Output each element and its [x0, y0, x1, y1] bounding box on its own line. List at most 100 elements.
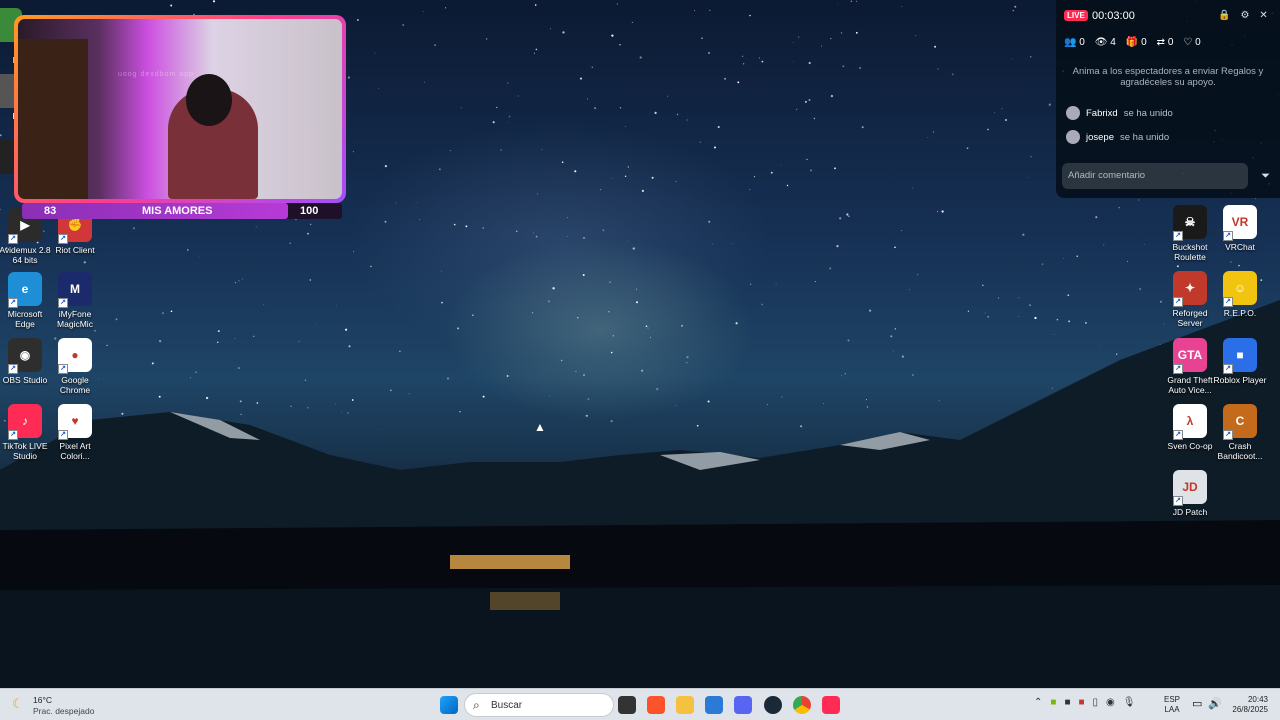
shortcut-arrow-icon: ↗ — [1173, 496, 1183, 506]
desktop-icon-label: Reforged Server — [1172, 308, 1208, 328]
avatar — [1066, 130, 1080, 144]
desktop-icon-label: Riot Client — [55, 245, 95, 255]
stat-value: 4 — [1110, 37, 1116, 48]
goal-bar: 83 MIS AMORES 100 — [22, 203, 342, 219]
desktop-icon-sven-coop[interactable]: λ ↗ Sven Co-op — [1163, 404, 1217, 451]
windows-start-icon[interactable] — [440, 696, 458, 714]
shortcut-arrow-icon: ↗ — [1223, 231, 1233, 241]
chevron-up-icon[interactable]: ⌃ — [1034, 697, 1042, 708]
stat-value: 0 — [1195, 37, 1201, 48]
desktop-icon-label: Grand Theft Auto Vice... — [1167, 375, 1213, 395]
tiktok-live-studio-icon: ♪ ↗ — [8, 404, 42, 440]
desktop-icon-repo[interactable]: ☺ ↗ R.E.P.O. — [1213, 271, 1267, 318]
stat-value: 0 — [1141, 37, 1147, 48]
stat-icon: 👁 — [1094, 37, 1111, 48]
desktop-icon-pixel-art[interactable]: ♥ ↗ Pixel Art Colori... — [48, 404, 102, 461]
desktop-icon-label: JD Patch — [1172, 507, 1208, 517]
desktop-icon-reforged-server[interactable]: ✦ ↗ Reforged Server — [1163, 271, 1217, 328]
desktop-icon-obs[interactable]: ◉ ↗ OBS Studio — [0, 338, 52, 385]
live-timer: 00:03:00 — [1092, 10, 1135, 22]
stat-icon: 👥 — [1064, 37, 1080, 48]
jd-patch-icon: JD ↗ — [1173, 470, 1207, 506]
shortcut-arrow-icon: ↗ — [1173, 430, 1183, 440]
desktop-icon-chrome[interactable]: ● ↗ Google Chrome — [48, 338, 102, 395]
steam-icon[interactable] — [764, 696, 782, 714]
comment-input[interactable]: Añadir comentario — [1062, 163, 1248, 189]
shortcut-arrow-icon: ↗ — [58, 234, 68, 244]
desktop-icon-vrchat[interactable]: VR ↗ VRChat — [1213, 205, 1267, 252]
file-explorer-icon[interactable] — [676, 696, 694, 714]
app-tray-icon[interactable]: ■ — [1078, 697, 1084, 708]
join-message: josepe se ha unido — [1066, 130, 1169, 144]
tray-icons: ⌃ ■ ■ ■ ▯ ◉ 🎙 — [1034, 697, 1135, 708]
store-icon[interactable] — [705, 696, 723, 714]
desktop-icon-buckshot-roulette[interactable]: ☠ ↗ Buckshot Roulette — [1163, 205, 1217, 262]
app-tray-icon[interactable]: ■ — [1064, 697, 1070, 708]
live-stat: ♡ 0 — [1183, 37, 1200, 48]
search-input[interactable]: ⌕ Buscar — [464, 693, 614, 717]
repo-icon: ☺ ↗ — [1223, 271, 1257, 307]
stat-value: 0 — [1167, 37, 1174, 48]
goal-current: 83 — [44, 205, 57, 217]
roblox-icon: ■ ↗ — [1223, 338, 1257, 374]
desktop-icon-label: TikTok LIVE Studio — [2, 441, 48, 461]
live-stat: 👁 4 — [1095, 37, 1116, 48]
shortcut-arrow-icon: ↗ — [1173, 297, 1183, 307]
live-stat: ⇄ 0 — [1157, 37, 1174, 48]
close-icon[interactable]: ✕ — [1259, 10, 1267, 21]
sven-coop-icon: λ ↗ — [1173, 404, 1207, 440]
desktop-icon-label: OBS Studio — [2, 375, 48, 385]
gta-icon: GTA ↗ — [1173, 338, 1207, 374]
desktop-icon-edge[interactable]: e ↗ Microsoft Edge — [0, 272, 52, 329]
weather-widget[interactable]: ☾ 16°C Prac. despejado — [12, 693, 102, 717]
language-indicator[interactable]: ESP LAA — [1164, 695, 1180, 715]
desktop-icon-label: Pixel Art Colori... — [59, 441, 91, 461]
chrome-icon: ● ↗ — [58, 338, 92, 374]
weather-icon: ☾ — [12, 696, 24, 711]
desktop-icon-roblox[interactable]: ■ ↗ Roblox Player — [1213, 338, 1267, 385]
chrome-icon[interactable] — [793, 696, 811, 714]
edge-icon: e ↗ — [8, 272, 42, 308]
goal-title: MIS AMORES — [142, 205, 213, 217]
filter-icon[interactable]: ⏷ — [1261, 170, 1270, 183]
shortcut-arrow-icon: ↗ — [1173, 364, 1183, 374]
tiktok-icon[interactable] — [822, 696, 840, 714]
clock[interactable]: 20:43 26/8/2025 — [1226, 695, 1268, 715]
goal-target: 100 — [300, 205, 319, 217]
shortcut-arrow-icon: ↗ — [1223, 430, 1233, 440]
reforged-server-icon: ✦ ↗ — [1173, 271, 1207, 307]
brave-icon[interactable] — [647, 696, 665, 714]
desktop-icon-magicmic[interactable]: M ↗ iMyFone MagicMic — [48, 272, 102, 329]
desktop-icon-gta[interactable]: GTA ↗ Grand Theft Auto Vice... — [1163, 338, 1217, 395]
join-message: Fabrixd se ha unido — [1066, 106, 1173, 120]
desktop-icon-jd-patch[interactable]: JD ↗ JD Patch — [1163, 470, 1217, 517]
battery-icon[interactable]: ▯ — [1093, 697, 1099, 708]
task-view-icon[interactable] — [618, 696, 636, 714]
buckshot-roulette-icon: ☠ ↗ — [1173, 205, 1207, 241]
vrchat-icon: VR ↗ — [1223, 205, 1257, 241]
search-icon: ⌕ — [473, 698, 480, 712]
volume-icon[interactable]: 🔊 — [1208, 697, 1222, 710]
stat-icon: ♡ — [1183, 37, 1196, 48]
magicmic-icon: M ↗ — [58, 272, 92, 308]
steam-tray-icon[interactable]: ◉ — [1106, 697, 1115, 708]
avatar — [1066, 106, 1080, 120]
desktop-icon-label: Buckshot Roulette — [1172, 242, 1208, 262]
webcam-feed: uoog dexdbom app — [18, 19, 342, 199]
shortcut-arrow-icon: ↗ — [8, 234, 18, 244]
discord-icon[interactable] — [734, 696, 752, 714]
desktop-icon-label: Sven Co-op — [1167, 441, 1213, 451]
mic-icon[interactable]: 🎙 — [1123, 697, 1136, 708]
live-stat: 👥 0 — [1064, 37, 1085, 48]
desktop-icon-tiktok-live-studio[interactable]: ♪ ↗ TikTok LIVE Studio — [0, 404, 52, 461]
taskbar: ☾ 16°C Prac. despejado ⌕ Buscar ⌃ ■ ■ ■ … — [0, 688, 1280, 720]
desktop-icon-crash[interactable]: C ↗ Crash Bandicoot... — [1213, 404, 1267, 461]
webcam-overlay: uoog dexdbom app — [14, 15, 346, 203]
network-icon[interactable]: ▭ — [1192, 697, 1202, 710]
shortcut-arrow-icon: ↗ — [58, 364, 68, 374]
nvidia-icon[interactable]: ■ — [1050, 697, 1056, 708]
lock-icon[interactable]: 🔒 — [1218, 10, 1230, 21]
gear-icon[interactable]: ⚙ — [1240, 10, 1249, 21]
obs-icon: ◉ ↗ — [8, 338, 42, 374]
shortcut-arrow-icon: ↗ — [1173, 231, 1183, 241]
